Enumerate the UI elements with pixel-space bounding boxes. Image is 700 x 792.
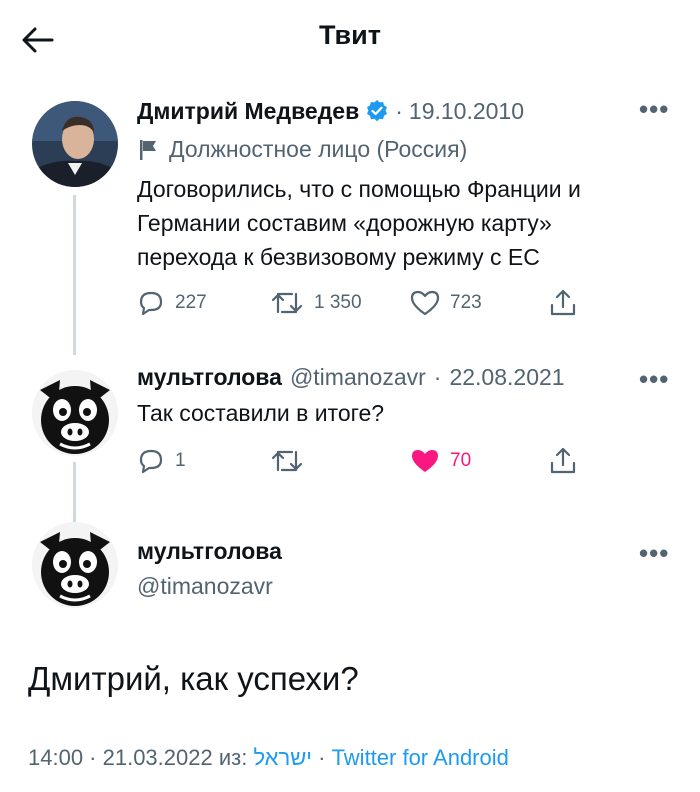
tweet-text-line: перехода к безвизовому режиму с ЕС xyxy=(137,244,540,270)
separator-dot: · xyxy=(433,364,442,390)
like-button[interactable]: 723 xyxy=(410,290,482,316)
author-name[interactable]: Дмитрий Медведев xyxy=(137,98,359,125)
tweet-text-line: Германии составим «дорожную карту» xyxy=(137,210,552,236)
tweet-footer-meta: 14:00 · 21.03.2022 из: ישראל · Twitter f… xyxy=(28,745,509,767)
main-tweet-text: Дмитрий, как успехи? xyxy=(28,660,359,697)
tweet-date[interactable]: 19.10.2010 xyxy=(409,98,524,125)
reply-button[interactable]: 227 xyxy=(137,290,207,316)
flag-icon xyxy=(140,139,156,160)
label-row: Должностное лицо (Россия) xyxy=(137,136,467,163)
avatar-multgolova[interactable] xyxy=(32,522,118,608)
share-icon xyxy=(550,447,576,474)
share-button[interactable] xyxy=(548,288,578,323)
tweet2-header: мультголова @timanozavr · 22.08.2021 xyxy=(137,364,565,391)
thread-line xyxy=(73,462,76,522)
heart-icon xyxy=(410,290,440,316)
reply-button[interactable]: 1 xyxy=(137,448,186,474)
avatar-multgolova[interactable] xyxy=(32,370,118,456)
tweet-client-link[interactable]: Twitter for Android xyxy=(332,745,509,767)
like-count: 70 xyxy=(450,450,472,471)
author-name[interactable]: мультголова xyxy=(137,538,282,565)
pig-avatar-image xyxy=(32,522,118,608)
avatar-portrait-image xyxy=(32,101,118,187)
more-dots-icon[interactable]: ••• xyxy=(639,538,669,569)
more-dots-icon[interactable]: ••• xyxy=(639,94,669,125)
tweet-location-link[interactable]: ישראל xyxy=(253,745,312,767)
page-title: Твит xyxy=(319,20,381,50)
heart-filled-icon xyxy=(412,450,438,472)
share-icon xyxy=(550,289,576,316)
reply-icon xyxy=(139,291,163,316)
pig-avatar-image xyxy=(32,370,118,456)
author-name[interactable]: мультголова xyxy=(137,364,282,391)
tweet-timestamp[interactable]: 14:00 · 21.03.2022 из: xyxy=(28,745,253,767)
reply-count: 1 xyxy=(175,450,186,471)
government-label[interactable]: Должностное лицо (Россия) xyxy=(169,136,467,163)
share-button[interactable] xyxy=(548,446,578,481)
author-handle[interactable]: @timanozavr xyxy=(290,364,426,391)
retweet-button[interactable] xyxy=(270,448,304,474)
verified-badge-icon xyxy=(367,100,388,122)
thread-line xyxy=(73,195,76,355)
tweet-text-line: Договорились, что с помощью Франции и xyxy=(137,176,581,202)
author-handle[interactable]: @timanozavr xyxy=(137,573,273,600)
reply-icon xyxy=(139,449,163,474)
retweet-icon xyxy=(271,450,303,472)
separator-dot: · xyxy=(395,97,403,124)
reply-count: 227 xyxy=(175,292,207,313)
tweet-date[interactable]: 22.08.2021 xyxy=(449,364,564,391)
tweet1-text: Договорились, что с помощью Франции и Ге… xyxy=(137,172,687,274)
separator-dot: · xyxy=(312,745,332,767)
avatar-medvedev[interactable] xyxy=(32,101,118,187)
retweet-count: 1 350 xyxy=(314,292,362,313)
tweet2-text: Так составили в итоге? xyxy=(137,400,385,426)
like-button-active[interactable]: 70 xyxy=(410,448,471,474)
tweet1-header: Дмитрий Медведев · 19.10.2010 xyxy=(137,95,607,127)
like-count: 723 xyxy=(450,292,482,313)
retweet-button[interactable]: 1 350 xyxy=(270,290,362,316)
retweet-icon xyxy=(271,292,303,314)
more-dots-icon[interactable]: ••• xyxy=(639,364,669,395)
